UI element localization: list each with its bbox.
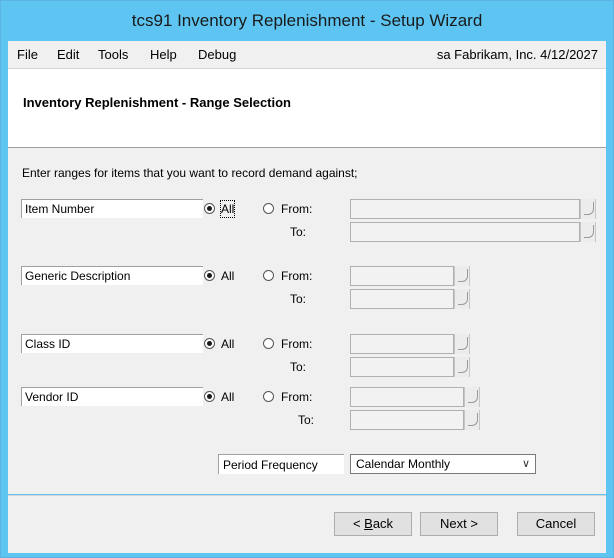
generic-description-all-radio[interactable] (204, 270, 215, 281)
class-id-all-label[interactable]: All (221, 336, 234, 352)
menu-file[interactable]: File (17, 41, 38, 68)
wizard-footer: < Back Next > Cancel (8, 495, 606, 553)
instruction-text: Enter ranges for items that you want to … (22, 166, 358, 180)
generic-description-to-label: To: (290, 292, 307, 306)
generic-description-from-radio[interactable] (263, 270, 274, 281)
item-number-from-label: From: (281, 202, 313, 216)
range-selection-panel: Enter ranges for items that you want to … (8, 148, 606, 494)
generic-description-to-field[interactable] (350, 289, 454, 309)
setup-wizard-window: tcs91 Inventory Replenishment - Setup Wi… (0, 0, 614, 558)
menu-debug[interactable]: Debug (198, 41, 236, 68)
status-user-company-date: sa Fabrikam, Inc. 4/12/2027 (436, 47, 598, 62)
lookup-icon[interactable] (464, 410, 480, 430)
class-id-label: Class ID (21, 334, 203, 353)
class-id-from-field[interactable] (350, 334, 454, 354)
chevron-down-icon[interactable]: ∨ (522, 455, 530, 473)
menu-bar: File Edit Tools Help Debug sa Fabrikam, … (8, 41, 606, 69)
item-number-label: Item Number (21, 199, 203, 218)
item-number-all-label[interactable]: All (219, 200, 236, 218)
vendor-id-label: Vendor ID (21, 387, 203, 406)
class-id-from-radio[interactable] (263, 338, 274, 349)
period-frequency-value: Calendar Monthly (356, 457, 451, 471)
generic-description-from-field[interactable] (350, 266, 454, 286)
lookup-icon[interactable] (454, 266, 470, 286)
back-button-prefix: < (352, 516, 365, 531)
wizard-header: Inventory Replenishment - Range Selectio… (8, 69, 606, 148)
window-title: tcs91 Inventory Replenishment - Setup Wi… (131, 11, 483, 30)
vendor-id-from-label: From: (281, 390, 313, 404)
vendor-id-from-field[interactable] (350, 387, 464, 407)
item-number-to-label: To: (290, 225, 307, 239)
item-number-all-radio[interactable] (204, 203, 215, 214)
back-button[interactable]: < Back (334, 512, 412, 536)
lookup-icon[interactable] (580, 199, 596, 219)
menu-tools[interactable]: Tools (98, 41, 128, 68)
back-button-accelerator: B (364, 516, 373, 531)
lookup-icon[interactable] (580, 222, 596, 242)
lookup-icon[interactable] (454, 289, 470, 309)
page-title: Inventory Replenishment - Range Selectio… (23, 95, 291, 110)
vendor-id-all-radio[interactable] (204, 391, 215, 402)
lookup-icon[interactable] (464, 387, 480, 407)
vendor-id-to-field[interactable] (350, 410, 464, 430)
class-id-to-label: To: (290, 360, 307, 374)
class-id-to-field[interactable] (350, 357, 454, 377)
generic-description-all-label[interactable]: All (221, 268, 234, 284)
period-frequency-select[interactable]: Calendar Monthly ∨ (350, 454, 536, 474)
vendor-id-to-label: To: (298, 413, 315, 427)
menu-help[interactable]: Help (150, 41, 177, 68)
period-frequency-label: Period Frequency (218, 454, 344, 474)
cancel-button[interactable]: Cancel (517, 512, 595, 536)
back-button-label: ack (372, 516, 394, 531)
menu-edit[interactable]: Edit (57, 41, 79, 68)
vendor-id-from-radio[interactable] (263, 391, 274, 402)
generic-description-from-label: From: (281, 269, 313, 283)
item-number-from-field[interactable] (350, 199, 580, 219)
class-id-all-radio[interactable] (204, 338, 215, 349)
vendor-id-all-label[interactable]: All (221, 389, 234, 405)
next-button[interactable]: Next > (420, 512, 498, 536)
item-number-from-radio[interactable] (263, 203, 274, 214)
class-id-from-label: From: (281, 337, 313, 351)
item-number-to-field[interactable] (350, 222, 580, 242)
lookup-icon[interactable] (454, 357, 470, 377)
lookup-icon[interactable] (454, 334, 470, 354)
generic-description-label: Generic Description (21, 266, 203, 285)
